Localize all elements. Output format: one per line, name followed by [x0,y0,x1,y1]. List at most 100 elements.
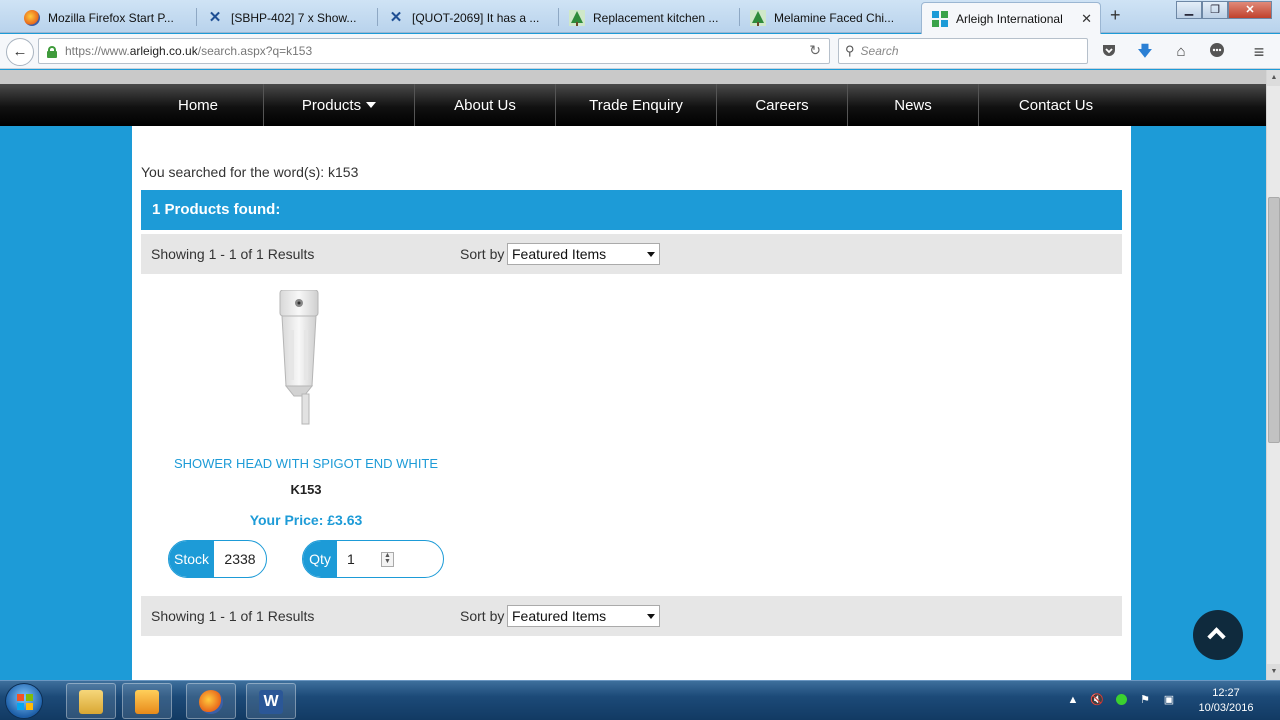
browser-tab-strip: Mozilla Firefox Start P... ✕ [SBHP-402] … [0,0,1280,34]
quantity-stepper[interactable]: ▲ ▼ [381,552,394,567]
main-content: You searched for the word(s): k153 1 Pro… [132,126,1131,680]
arleigh-icon [932,10,948,27]
windows-taskbar: W ▲ 🔇 ⚑ ▣ 12:27 10/03/2016 [0,680,1280,720]
system-tray: ▲ 🔇 ⚑ ▣ 12:27 10/03/2016 [1060,681,1280,720]
search-query-text: You searched for the word(s): k153 [141,164,359,180]
browser-tab[interactable]: Mozilla Firefox Start P... [14,3,196,33]
nav-item-products[interactable]: Products [264,84,415,126]
product-name-link[interactable]: SHOWER HEAD WITH SPIGOT END WHITE [162,456,450,471]
firefox-icon [199,690,223,714]
results-count-header: 1 Products found: [141,190,1122,230]
caret-down-icon [366,102,377,108]
back-arrow-icon: ← [12,43,28,60]
scroll-up-icon[interactable]: ▲ [1267,70,1280,86]
explorer-icon [79,690,103,714]
quantity-input[interactable]: 1 ▲ ▼ [337,541,407,577]
quantity-control: Qty 1 ▲ ▼ [302,540,444,578]
showing-results-text: Showing 1 - 1 of 1 Results [151,608,315,624]
nav-label: Contact Us [1018,96,1094,114]
showing-results-text: Showing 1 - 1 of 1 Results [151,246,315,262]
url-prefix: https://www. [65,44,130,58]
network-icon[interactable]: ▣ [1162,693,1176,707]
browser-search-input[interactable]: ⚲ Search [838,38,1088,64]
results-toolbar-bottom: Showing 1 - 1 of 1 Results Sort by Featu… [141,596,1122,636]
sort-select[interactable]: Featured Items [507,605,660,627]
sort-select[interactable]: Featured Items [507,243,660,265]
product-code: K153 [290,482,322,497]
url-domain: arleigh.co.uk [129,44,198,58]
firefox-icon [24,10,40,26]
action-center-flag-icon[interactable]: ⚑ [1138,693,1152,707]
taskbar-explorer[interactable] [66,683,116,719]
scroll-down-icon[interactable]: ▼ [1267,664,1280,680]
browser-tab[interactable]: Replacement kitchen ... [559,3,739,33]
jira-icon: ✕ [389,9,403,26]
search-icon: ⚲ [845,43,855,58]
tab-title: Melamine Faced Chi... [774,11,895,25]
page-scrollbar[interactable]: ▲ ▼ [1266,70,1280,680]
back-to-top-button[interactable] [1193,610,1243,660]
sort-selected-value: Featured Items [512,608,607,624]
new-tab-button[interactable]: + [1110,5,1121,26]
sort-label: Sort by [460,246,505,262]
header-strip [0,70,1266,84]
show-hidden-icons-icon[interactable]: ▲ [1066,693,1080,707]
download-icon[interactable]: 🡇 [1135,42,1155,62]
nav-label: Careers [755,96,809,114]
dropdown-arrow-icon [647,252,655,257]
browser-tab[interactable]: ✕ [SBHP-402] 7 x Show... [197,3,377,33]
word-icon: W [259,690,283,714]
tab-title: Replacement kitchen ... [593,11,719,25]
menu-icon[interactable]: ≡ [1249,42,1269,62]
nav-item-about-us[interactable]: About Us [415,84,556,126]
chat-icon[interactable] [1207,42,1227,62]
maximize-icon[interactable]: ❐ [1202,1,1228,19]
browser-tab[interactable]: Melamine Faced Chi... [740,3,920,33]
volume-muted-icon[interactable]: 🔇 [1090,693,1104,707]
qty-value: 1 [347,551,355,567]
close-window-icon[interactable]: ✕ [1228,1,1272,19]
nav-item-careers[interactable]: Careers [717,84,848,126]
nav-label: Trade Enquiry [589,96,683,114]
browser-toolbar: ← https://www. arleigh.co.uk/search.aspx?… [0,34,1280,69]
tab-title: [SBHP-402] 7 x Show... [231,11,357,25]
tab-title: Mozilla Firefox Start P... [48,11,174,25]
status-indicator-icon[interactable] [1114,693,1128,707]
product-image[interactable] [278,289,338,430]
scrollbar-thumb[interactable] [1268,197,1280,443]
back-button[interactable]: ← [6,38,34,66]
outlook-icon [135,690,159,714]
nav-item-home[interactable]: Home [133,84,264,126]
sort-label: Sort by [460,608,505,624]
clock-time: 12:27 [1212,687,1240,699]
minimize-icon[interactable]: ▁ [1176,1,1202,19]
tree-icon [569,10,585,26]
taskbar-outlook[interactable] [122,683,172,719]
taskbar-clock[interactable]: 12:27 10/03/2016 [1196,686,1256,716]
nav-label: Home [177,96,218,114]
stock-value: 2338 [224,551,256,567]
windows-logo-icon [17,694,33,710]
search-placeholder: Search [860,44,899,58]
taskbar-word[interactable]: W [246,683,296,719]
product-price: Your Price: £3.63 [249,512,363,528]
reload-icon[interactable]: ↻ [809,42,821,59]
nav-item-news[interactable]: News [848,84,979,126]
nav-label: About Us [454,96,516,114]
nav-label: Products [301,96,362,114]
nav-item-trade-enquiry[interactable]: Trade Enquiry [556,84,717,126]
stock-label: Stock [169,541,214,577]
close-tab-icon[interactable]: ✕ [1081,11,1092,27]
home-icon[interactable]: ⌂ [1171,42,1191,62]
nav-item-contact-us[interactable]: Contact Us [979,84,1133,126]
browser-tab[interactable]: ✕ [QUOT-2069] It has a ... [378,3,558,33]
start-button[interactable] [5,683,43,719]
results-toolbar-top: Showing 1 - 1 of 1 Results Sort by Featu… [141,234,1122,274]
address-bar[interactable]: https://www. arleigh.co.uk/search.aspx?q=… [38,38,830,64]
pocket-icon[interactable] [1099,42,1119,62]
tab-title: [QUOT-2069] It has a ... [412,11,540,25]
tree-icon [750,10,766,26]
taskbar-firefox[interactable] [186,683,236,719]
browser-tab-active[interactable]: Arleigh International ✕ [921,2,1101,34]
site-navigation: Home Products About Us Trade Enquiry Car… [0,84,1266,126]
